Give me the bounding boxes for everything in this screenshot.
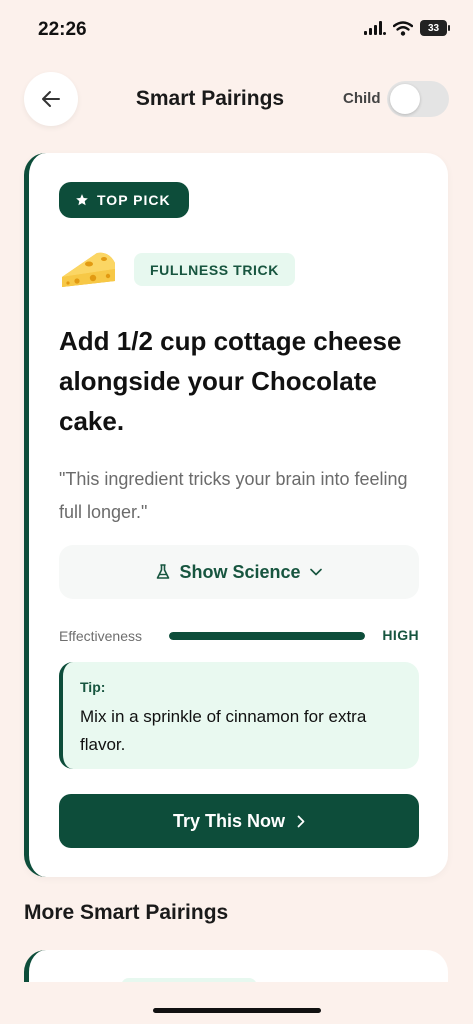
tip-box: Tip: Mix in a sprinkle of cinnamon for e… — [59, 662, 419, 769]
effectiveness-level: HIGH — [382, 627, 419, 643]
top-pick-label: TOP PICK — [97, 192, 171, 208]
header: Smart Pairings Child — [0, 72, 473, 126]
pairing-quote: "This ingredient tricks your brain into … — [59, 469, 408, 522]
effectiveness-fill — [169, 632, 365, 640]
cheese-icon — [62, 252, 115, 287]
pairing-headline: Add 1/2 cup cottage cheese alongside you… — [59, 326, 402, 436]
top-pick-card: TOP PICK FULLNESS TRICK Add 1/2 cup cott… — [24, 153, 448, 877]
home-indicator[interactable] — [153, 1008, 321, 1013]
chevron-down-icon — [309, 568, 322, 576]
child-mode-label: Child — [343, 90, 381, 107]
home-bar-area — [0, 982, 473, 1024]
child-mode-toggle[interactable] — [387, 81, 449, 117]
status-icons: 33 — [364, 20, 450, 36]
battery-icon: 33 — [420, 20, 450, 36]
tip-label: Tip: — [80, 679, 106, 695]
status-time: 22:26 — [38, 19, 87, 40]
effectiveness-bar — [169, 632, 365, 640]
chevron-right-icon — [297, 815, 305, 827]
battery-level: 33 — [427, 22, 440, 34]
effectiveness-label: Effectiveness — [59, 628, 143, 644]
try-this-now-button[interactable]: Try This Now — [59, 794, 419, 848]
wifi-icon — [393, 20, 413, 36]
tip-text: Mix in a sprinkle of cinnamon for extra … — [80, 707, 367, 754]
show-science-label: Show Science — [179, 561, 301, 582]
try-this-now-label: Try This Now — [172, 810, 286, 831]
show-science-button[interactable]: Show Science — [59, 545, 419, 599]
flask-icon — [157, 564, 170, 579]
toggle-knob — [390, 84, 420, 114]
status-bar: 22:26 33 — [0, 0, 473, 60]
signal-icon — [364, 21, 386, 35]
category-label: FULLNESS TRICK — [150, 261, 279, 278]
top-pick-badge: TOP PICK — [59, 182, 189, 218]
star-icon — [76, 194, 88, 206]
category-badge: FULLNESS TRICK — [134, 253, 295, 286]
effectiveness-row: Effectiveness HIGH — [59, 627, 419, 645]
more-pairings-title: More Smart Pairings — [24, 901, 229, 924]
